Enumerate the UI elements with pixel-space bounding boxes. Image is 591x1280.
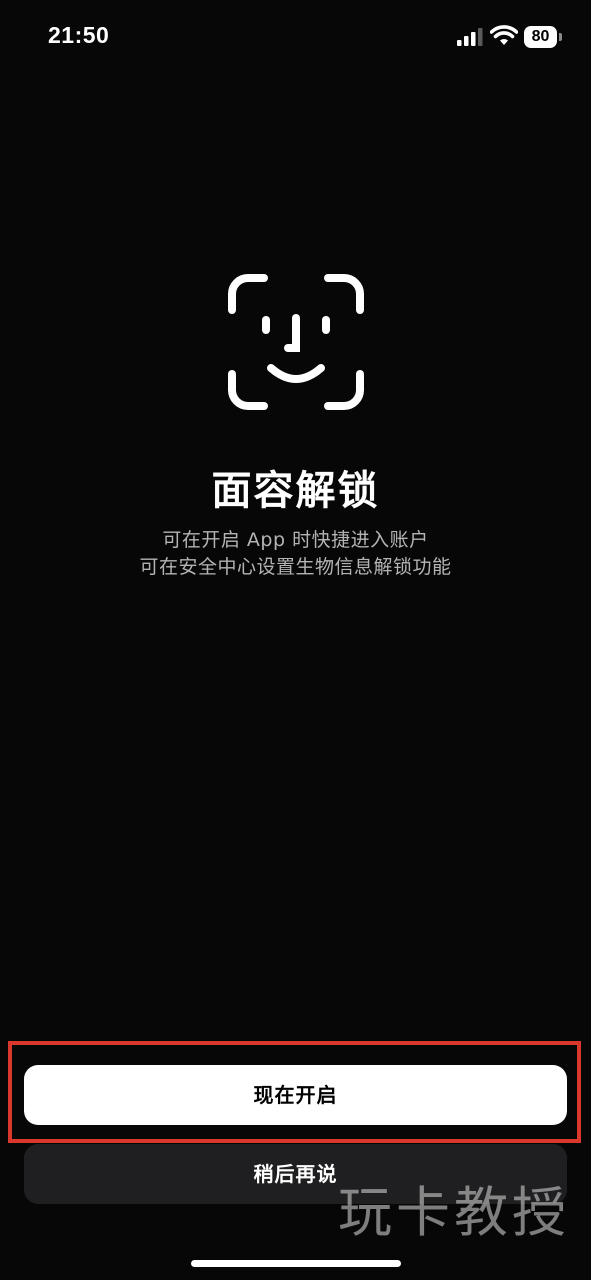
signal-icon [457, 28, 483, 46]
face-id-icon [228, 274, 364, 410]
status-bar: 21:50 80 [0, 0, 591, 76]
home-indicator[interactable] [191, 1260, 401, 1267]
subtitle-line-2: 可在安全中心设置生物信息解锁功能 [139, 556, 452, 578]
battery-level: 80 [524, 26, 557, 48]
wifi-icon [490, 25, 518, 45]
enable-now-button[interactable]: 现在开启 [24, 1065, 567, 1125]
battery-tip [559, 33, 562, 41]
watermark: 玩卡教授 [338, 1181, 570, 1244]
page-title: 面容解锁 [211, 468, 380, 514]
status-time: 21:50 [48, 22, 110, 48]
subtitle-line-1: 可在开启 App 时快捷进入账户 [162, 529, 429, 551]
battery-icon: 80 [524, 26, 562, 48]
